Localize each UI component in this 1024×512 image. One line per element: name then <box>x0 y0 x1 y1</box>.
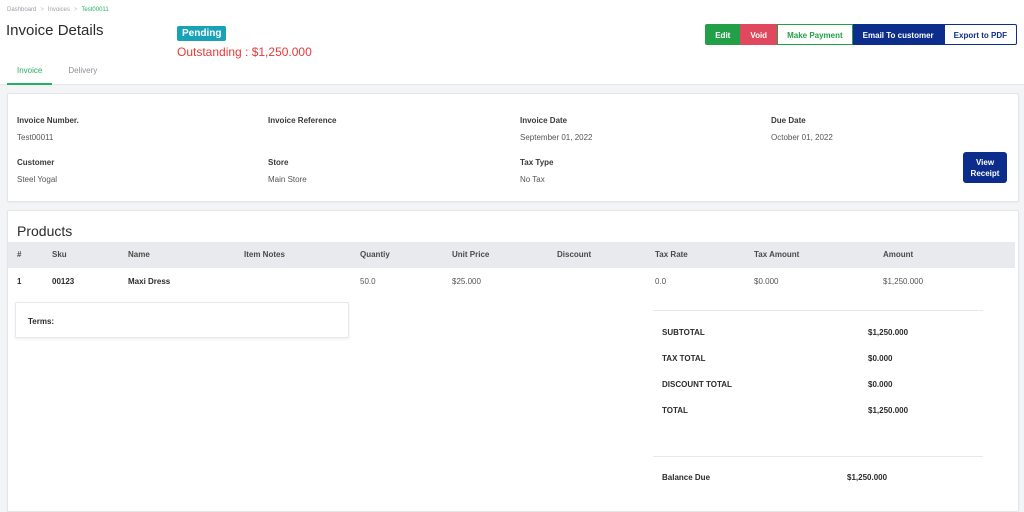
customer-label: Customer <box>17 158 55 167</box>
balance-due-label: Balance Due <box>662 473 711 482</box>
breadcrumb-separator: > <box>40 7 44 13</box>
subtotal-value: $1,250.000 <box>868 328 909 337</box>
balance-divider <box>653 456 983 457</box>
row-tax-rate: 0.0 <box>655 277 667 286</box>
products-title: Products <box>17 223 73 239</box>
total-label: TOTAL <box>662 406 688 415</box>
breadcrumb-current: Test00011 <box>81 7 109 13</box>
tab-delivery[interactable]: Delivery <box>58 62 107 85</box>
page-header: Dashboard > Invoices > Test00011 Invoice… <box>0 0 1024 85</box>
column-header-quantity: Quantiy <box>360 250 390 259</box>
column-header-tax-amount: Tax Amount <box>754 250 800 259</box>
row-amount: $1,250.000 <box>883 277 924 286</box>
breadcrumb-separator: > <box>73 7 78 13</box>
invoice-date-field: Invoice Date September 01, 2022 <box>520 116 593 142</box>
column-header-name: Name <box>128 250 150 259</box>
invoice-number-label: Invoice Number. <box>17 116 79 125</box>
column-header-amount: Amount <box>883 250 914 259</box>
invoice-number-value: Test00011 <box>17 133 54 142</box>
export-pdf-button[interactable]: Export to PDF <box>943 24 1017 45</box>
invoice-number-field: Invoice Number. Test00011 <box>17 116 79 142</box>
outstanding-amount: Outstanding : $1,250.000 <box>177 45 312 59</box>
row-number: 1 <box>17 277 22 286</box>
customer-value: Steel Yogal <box>17 175 58 184</box>
terms-box: Terms: <box>15 302 349 338</box>
void-button[interactable]: Void <box>740 24 778 45</box>
customer-field: Customer Steel Yogal <box>17 158 57 184</box>
total-value: $1,250.000 <box>868 406 909 415</box>
balance-due-value: $1,250.000 <box>847 473 888 482</box>
row-unit-price: $25.000 <box>452 277 481 286</box>
totals-divider <box>653 310 983 311</box>
breadcrumb-dashboard[interactable]: Dashboard <box>7 7 36 13</box>
email-customer-button[interactable]: Email To customer <box>852 24 944 45</box>
invoice-reference-label: Invoice Reference <box>268 116 337 125</box>
view-receipt-button[interactable]: View Receipt <box>963 152 1007 183</box>
breadcrumb-invoices[interactable]: Invoices <box>48 7 70 13</box>
terms-label: Terms: <box>28 317 55 326</box>
table-header: # Sku Name Item Notes Quantiy Unit Price… <box>8 242 1015 268</box>
discount-total-label: DISCOUNT TOTAL <box>662 380 732 389</box>
invoice-date-value: September 01, 2022 <box>520 133 593 142</box>
invoice-date-label: Invoice Date <box>520 116 568 125</box>
due-date-field: Due Date October 01, 2022 <box>771 116 833 142</box>
column-header-item-notes: Item Notes <box>244 250 285 259</box>
subtotal-label: SUBTOTAL <box>662 328 705 337</box>
invoice-info-card: Invoice Number. Test00011 Invoice Refere… <box>7 93 1019 202</box>
column-header-sku: Sku <box>52 250 67 259</box>
tab-bar: Invoice Delivery <box>7 62 107 85</box>
tax-type-value: No Tax <box>520 175 545 184</box>
store-value: Main Store <box>268 175 307 184</box>
products-card: Products # Sku Name Item Notes Quantiy U… <box>7 210 1019 512</box>
discount-total-value: $0.000 <box>868 380 893 389</box>
column-header-unit-price: Unit Price <box>452 250 490 259</box>
row-sku: 00123 <box>52 277 75 286</box>
column-header-discount: Discount <box>557 250 592 259</box>
breadcrumb: Dashboard > Invoices > Test00011 <box>7 7 109 13</box>
row-name: Maxi Dress <box>128 277 171 286</box>
due-date-label: Due Date <box>771 116 806 125</box>
invoice-reference-field: Invoice Reference <box>268 116 336 133</box>
make-payment-button[interactable]: Make Payment <box>777 24 853 45</box>
row-quantity: 50.0 <box>360 277 376 286</box>
column-header-tax-rate: Tax Rate <box>655 250 688 259</box>
due-date-value: October 01, 2022 <box>771 133 833 142</box>
store-field: Store Main Store <box>268 158 307 184</box>
edit-button[interactable]: Edit <box>705 24 741 45</box>
tax-type-label: Tax Type <box>520 158 554 167</box>
table-row: 1 00123 Maxi Dress 50.0 $25.000 0.0 $0.0… <box>8 269 1015 295</box>
tax-total-value: $0.000 <box>868 354 893 363</box>
action-button-group: Edit Void Make Payment Email To customer… <box>705 24 1017 45</box>
row-tax-amount: $0.000 <box>754 277 779 286</box>
tax-total-label: TAX TOTAL <box>662 354 706 363</box>
status-badge: Pending <box>177 26 227 41</box>
page-title: Invoice Details <box>6 22 104 39</box>
tax-type-field: Tax Type No Tax <box>520 158 554 184</box>
tab-invoice[interactable]: Invoice <box>7 62 53 85</box>
column-header-number: # <box>17 250 22 259</box>
store-label: Store <box>268 158 289 167</box>
